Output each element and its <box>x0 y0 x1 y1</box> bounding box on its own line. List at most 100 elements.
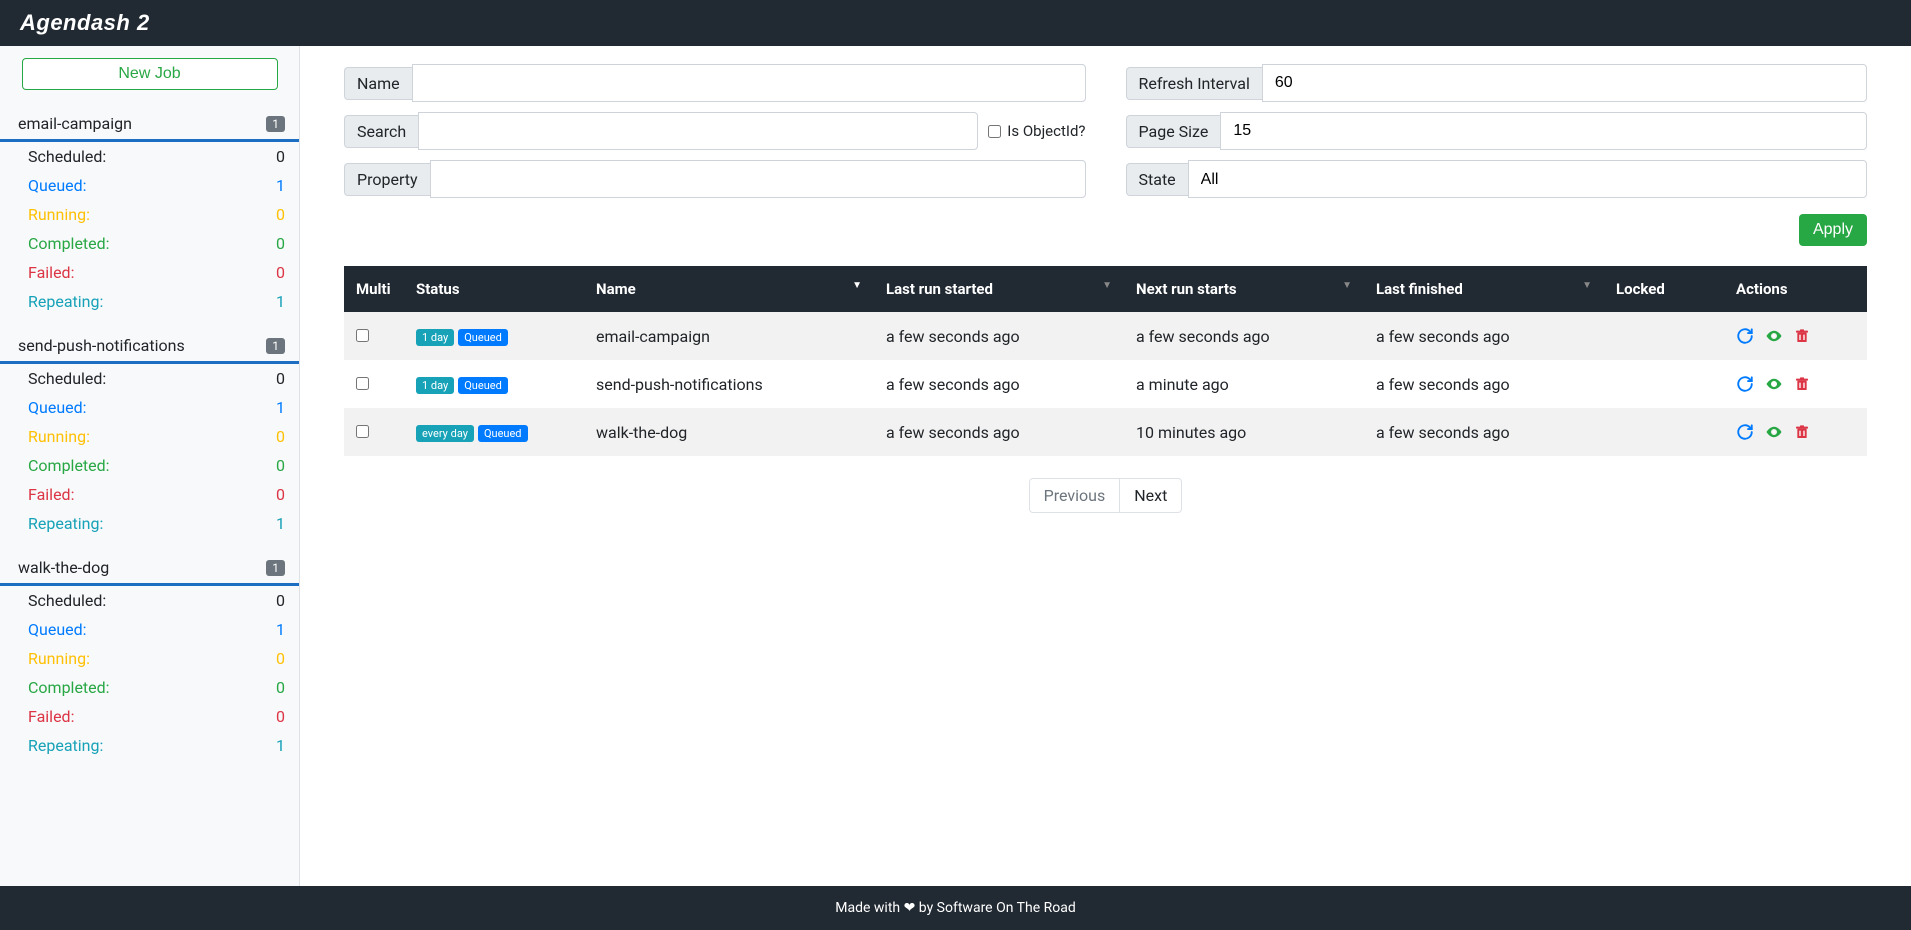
stat-row-completed[interactable]: Completed:0 <box>0 451 299 480</box>
jobs-table: Multi Status Name▼ Last run started▼ Nex… <box>344 266 1867 456</box>
sidebar-job-group: send-push-notifications1Scheduled:0Queue… <box>0 330 299 538</box>
stat-value: 0 <box>276 678 285 697</box>
filter-name-input[interactable] <box>412 64 1086 102</box>
refresh-interval-input[interactable] <box>1262 64 1867 102</box>
is-objectid-checkbox[interactable] <box>988 125 1001 138</box>
row-select-checkbox[interactable] <box>356 425 369 438</box>
stat-value: 0 <box>276 591 285 610</box>
th-next-run-starts[interactable]: Next run starts▼ <box>1124 266 1364 312</box>
th-last-finished[interactable]: Last finished▼ <box>1364 266 1604 312</box>
stat-label: Scheduled: <box>28 369 106 388</box>
main-content: Name Search Is ObjectId? Property <box>300 46 1911 886</box>
refresh-interval-label: Refresh Interval <box>1126 67 1262 100</box>
stat-row-repeating[interactable]: Repeating:1 <box>0 731 299 760</box>
view-icon[interactable] <box>1764 423 1784 441</box>
th-status[interactable]: Status <box>404 266 584 312</box>
stat-row-queued[interactable]: Queued:1 <box>0 615 299 644</box>
view-icon[interactable] <box>1764 327 1784 345</box>
delete-icon[interactable] <box>1794 327 1810 345</box>
pagination-next[interactable]: Next <box>1120 478 1182 513</box>
apply-button[interactable]: Apply <box>1799 214 1867 246</box>
sidebar-job-header[interactable]: send-push-notifications1 <box>0 330 299 364</box>
sidebar-job-header[interactable]: email-campaign1 <box>0 108 299 142</box>
new-job-button[interactable]: New Job <box>22 58 278 90</box>
view-icon[interactable] <box>1764 375 1784 393</box>
stat-row-repeating[interactable]: Repeating: 1 <box>0 287 299 316</box>
caret-down-icon: ▼ <box>1102 280 1112 291</box>
stat-value: 0 <box>276 707 285 726</box>
stat-row-completed[interactable]: Completed:0 <box>0 673 299 702</box>
requeue-icon[interactable] <box>1736 327 1754 345</box>
stat-value: 1 <box>276 176 285 195</box>
is-objectid-wrap[interactable]: Is ObjectId? <box>988 122 1085 140</box>
interval-badge: 1 day <box>416 377 454 394</box>
sidebar-job-group: walk-the-dog1Scheduled:0Queued:1Running:… <box>0 552 299 760</box>
th-name[interactable]: Name▼ <box>584 266 874 312</box>
row-select-checkbox[interactable] <box>356 377 369 390</box>
row-select-checkbox[interactable] <box>356 329 369 342</box>
filter-name-label: Name <box>344 67 412 100</box>
sidebar-job-group: email-campaign1Scheduled:0Queued:1Runnin… <box>0 108 299 316</box>
requeue-icon[interactable] <box>1736 375 1754 393</box>
stat-value: 1 <box>276 292 285 311</box>
filter-search-input[interactable] <box>418 112 978 150</box>
cell-last-run-started: a few seconds ago <box>874 312 1124 360</box>
th-multi[interactable]: Multi <box>344 266 404 312</box>
stat-label: Failed: <box>28 485 74 504</box>
cell-last-run-started: a few seconds ago <box>874 360 1124 408</box>
job-count-badge: 1 <box>266 560 285 576</box>
th-actions: Actions <box>1724 266 1867 312</box>
page-size-input[interactable] <box>1220 112 1867 150</box>
stat-label: Repeating: <box>28 514 103 533</box>
th-last-run-started[interactable]: Last run started▼ <box>874 266 1124 312</box>
footer-suffix: by Software On The Road <box>915 900 1075 916</box>
filter-property-input[interactable] <box>430 160 1086 198</box>
stat-label: Repeating: <box>28 292 103 311</box>
state-select[interactable]: All <box>1188 160 1867 198</box>
sidebar-job-header[interactable]: walk-the-dog1 <box>0 552 299 586</box>
stat-value: 1 <box>276 398 285 417</box>
interval-badge: 1 day <box>416 329 454 346</box>
footer-prefix: Made with <box>835 900 903 916</box>
stat-label: Failed: <box>28 707 74 726</box>
stat-row-failed[interactable]: Failed:0 <box>0 480 299 509</box>
requeue-icon[interactable] <box>1736 423 1754 441</box>
cell-next-run-starts: 10 minutes ago <box>1124 408 1364 456</box>
stat-row-scheduled[interactable]: Scheduled:0 <box>0 142 299 171</box>
cell-locked <box>1604 360 1724 408</box>
stat-row-running[interactable]: Running:0 <box>0 200 299 229</box>
th-locked[interactable]: Locked <box>1604 266 1724 312</box>
stat-label: Running: <box>28 649 90 668</box>
stat-row-running[interactable]: Running: 0 <box>0 644 299 673</box>
stat-value: 0 <box>276 649 285 668</box>
sidebar: New Job email-campaign1Scheduled:0Queued… <box>0 46 300 886</box>
caret-down-icon: ▼ <box>852 280 862 291</box>
stat-label: Running: <box>28 427 90 446</box>
delete-icon[interactable] <box>1794 375 1810 393</box>
stat-label: Queued: <box>28 620 87 639</box>
delete-icon[interactable] <box>1794 423 1810 441</box>
pagination-previous[interactable]: Previous <box>1029 478 1121 513</box>
state-label: State <box>1126 163 1188 196</box>
cell-locked <box>1604 312 1724 360</box>
stat-row-failed[interactable]: Failed: 0 <box>0 702 299 731</box>
cell-next-run-starts: a few seconds ago <box>1124 312 1364 360</box>
pagination: Previous Next <box>344 478 1867 513</box>
heart-icon: ❤ <box>904 900 916 916</box>
cell-last-finished: a few seconds ago <box>1364 408 1604 456</box>
job-group-name: email-campaign <box>18 114 132 133</box>
stat-row-failed[interactable]: Failed:0 <box>0 258 299 287</box>
stat-row-running[interactable]: Running:0 <box>0 422 299 451</box>
stat-row-queued[interactable]: Queued:1 <box>0 393 299 422</box>
stat-label: Queued: <box>28 176 87 195</box>
stat-row-queued[interactable]: Queued: 1 <box>0 171 299 200</box>
top-navbar: Agendash 2 <box>0 0 1911 46</box>
caret-down-icon: ▼ <box>1342 280 1352 291</box>
stat-row-scheduled[interactable]: Scheduled:0 <box>0 364 299 393</box>
stat-row-repeating[interactable]: Repeating:1 <box>0 509 299 538</box>
stat-row-completed[interactable]: Completed:0 <box>0 229 299 258</box>
stat-value: 1 <box>276 736 285 755</box>
stat-value: 0 <box>276 147 285 166</box>
stat-row-scheduled[interactable]: Scheduled:0 <box>0 586 299 615</box>
filter-property-label: Property <box>344 163 430 196</box>
